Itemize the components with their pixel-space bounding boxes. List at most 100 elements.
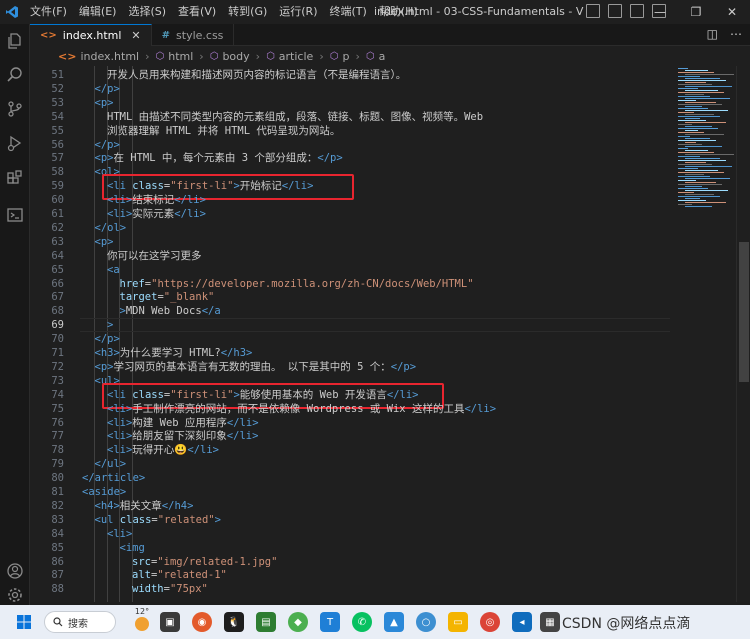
minimap[interactable] [670,66,736,602]
code-line[interactable]: 55 浏览器理解 HTML 并将 HTML 代码呈现为网站。 [30,124,670,138]
code-line[interactable]: 84 <li> [30,527,670,541]
minimap-line [685,158,720,159]
code-line[interactable]: 63 <p> [30,235,670,249]
source-control-icon[interactable] [4,98,26,120]
windows-start-icon[interactable] [14,612,34,632]
code-line[interactable]: 87 alt="related-1" [30,568,670,582]
task-view-icon[interactable]: ▣ [160,612,180,632]
menu-run[interactable]: 运行(R) [273,0,323,24]
code-line[interactable]: 62 </ol> [30,221,670,235]
run-debug-icon[interactable] [4,132,26,154]
toggle-panel-icon[interactable] [608,4,622,18]
line-number: 66 [51,277,64,290]
code-token: </h4> [161,499,194,512]
code-line[interactable]: 57 <p>在 HTML 中，每个元素由 3 个部分组成：</p> [30,151,670,165]
code-line[interactable]: 51 开发人员用来构建和描述网页内容的标记语言（不是编程语言）。 [30,68,670,82]
code-line[interactable]: 81 <aside> [30,485,670,499]
breadcrumb-item[interactable]: p [342,50,349,63]
app-dark-icon[interactable]: ▦ [540,612,560,632]
code-line[interactable]: 77 <li>给朋友留下深刻印象</li> [30,429,670,443]
minimap-line [685,102,716,103]
code-line[interactable]: 54 HTML 由描述不同类型内容的元素组成，段落、链接、标题、图像、视频等。We… [30,110,670,124]
split-editor-icon[interactable]: ◫ [707,27,718,41]
toggle-sidebar-icon[interactable] [586,4,600,18]
code-line[interactable]: 85 <img [30,541,670,555]
breadcrumb-item[interactable]: body [222,50,249,63]
menu-view[interactable]: 查看(V) [172,0,222,24]
app-leaf-icon[interactable]: ◆ [288,612,308,632]
code-line[interactable]: 86 src="img/related-1.jpg" [30,555,670,569]
code-line[interactable]: 83 <ul class="related"> [30,513,670,527]
code-line[interactable]: 65 <a [30,263,670,277]
code-token: <img [119,541,145,554]
breadcrumb-item[interactable]: a [379,50,386,63]
minimap-line [685,74,734,75]
code-editor[interactable]: 51 开发人员用来构建和描述网页内容的标记语言（不是编程语言）。 52 </p> 53 <… [30,66,670,602]
terminal-icon[interactable] [4,204,26,226]
more-actions-icon[interactable]: ⋯ [730,27,742,41]
code-token: 相关文章 [119,499,162,512]
close-icon[interactable]: ✕ [714,0,750,24]
code-line[interactable]: 79 </ul> [30,457,670,471]
search-icon[interactable] [4,64,26,86]
minimize-icon[interactable]: — [642,0,678,24]
breadcrumb-item[interactable]: html [168,50,193,63]
account-icon[interactable] [4,560,26,582]
app-snail-icon[interactable]: ◉ [192,612,212,632]
code-line[interactable]: 52 </p> [30,82,670,96]
tab-style-css[interactable]: # style.css [152,24,235,46]
breadcrumb-item[interactable]: article [279,50,314,63]
code-line[interactable]: 78 <li>玩得开心😃</li> [30,443,670,457]
code-token: 你可以在这学习更多 [107,249,202,262]
code-line[interactable]: 76 <li>构建 Web 应用程序</li> [30,416,670,430]
menu-terminal[interactable]: 终端(T) [324,0,373,24]
code-line[interactable]: 53 <p> [30,96,670,110]
restore-icon[interactable]: ❐ [678,0,714,24]
code-line[interactable]: 69 > [30,318,670,333]
taskbar-search[interactable]: 搜索 [44,611,116,633]
app-circle-icon[interactable]: ○ [416,612,436,632]
explorer-icon[interactable] [4,30,26,52]
code-line[interactable]: 60 <li>结束标记</li> [30,193,670,207]
menu-file[interactable]: 文件(F) [24,0,73,24]
minimap-line [678,140,716,141]
minimap-line [678,120,706,121]
app-green-icon[interactable]: ▤ [256,612,276,632]
code-line[interactable]: 80 </article> [30,471,670,485]
code-line[interactable]: 68 >MDN Web Docs</a [30,304,670,318]
extensions-icon[interactable] [4,168,26,190]
weather-widget[interactable]: 12° [134,607,150,631]
file-explorer-icon[interactable]: ▭ [448,612,468,632]
settings-gear-icon[interactable] [4,584,26,606]
code-line[interactable]: 66 href="https://developer.mozilla.org/zh… [30,277,670,291]
code-line[interactable]: 67 target="_blank" [30,290,670,304]
vertical-scrollbar[interactable] [736,66,750,602]
code-line[interactable]: 71 <h3>为什么要学习 HTML?</h3> [30,346,670,360]
minimap-line [678,180,696,181]
app-blue-t-icon[interactable]: T [320,612,340,632]
code-text: <li> [107,527,132,541]
menu-edit[interactable]: 编辑(E) [73,0,123,24]
minimap-line [678,124,692,125]
menu-selection[interactable]: 选择(S) [122,0,172,24]
app-mountain-icon[interactable]: ▲ [384,612,404,632]
code-line[interactable]: 56 </p> [30,138,670,152]
wechat-icon[interactable]: ✆ [352,612,372,632]
chrome-icon[interactable]: ◎ [480,612,500,632]
close-tab-icon[interactable]: ✕ [131,29,140,42]
minimap-line [685,70,708,71]
scrollbar-thumb[interactable] [739,242,749,382]
breadcrumb-item[interactable]: index.html [80,50,139,63]
qq-icon[interactable]: 🐧 [224,612,244,632]
code-line[interactable]: 75 <li>手工制作漂亮的网站，而不是依赖像 Wordpress 或 Wix 这… [30,402,670,416]
code-token: <li> [107,430,133,443]
code-line[interactable]: 72 <p>学习网页的基本语言有无数的理由。 以下是其中的 5 个：</p> [30,360,670,374]
tab-index-html[interactable]: <> index.html ✕ [30,24,152,46]
code-line[interactable]: 82 <h4>相关文章</h4> [30,499,670,513]
code-line[interactable]: 88 width="75px" [30,582,670,596]
code-line[interactable]: 64 你可以在这学习更多 [30,249,670,263]
code-line[interactable]: 61 <li>实际元素</li> [30,207,670,221]
vscode-taskbar-icon[interactable]: ◂ [512,612,532,632]
code-line[interactable]: 70 </p> [30,332,670,346]
menu-go[interactable]: 转到(G) [222,0,273,24]
